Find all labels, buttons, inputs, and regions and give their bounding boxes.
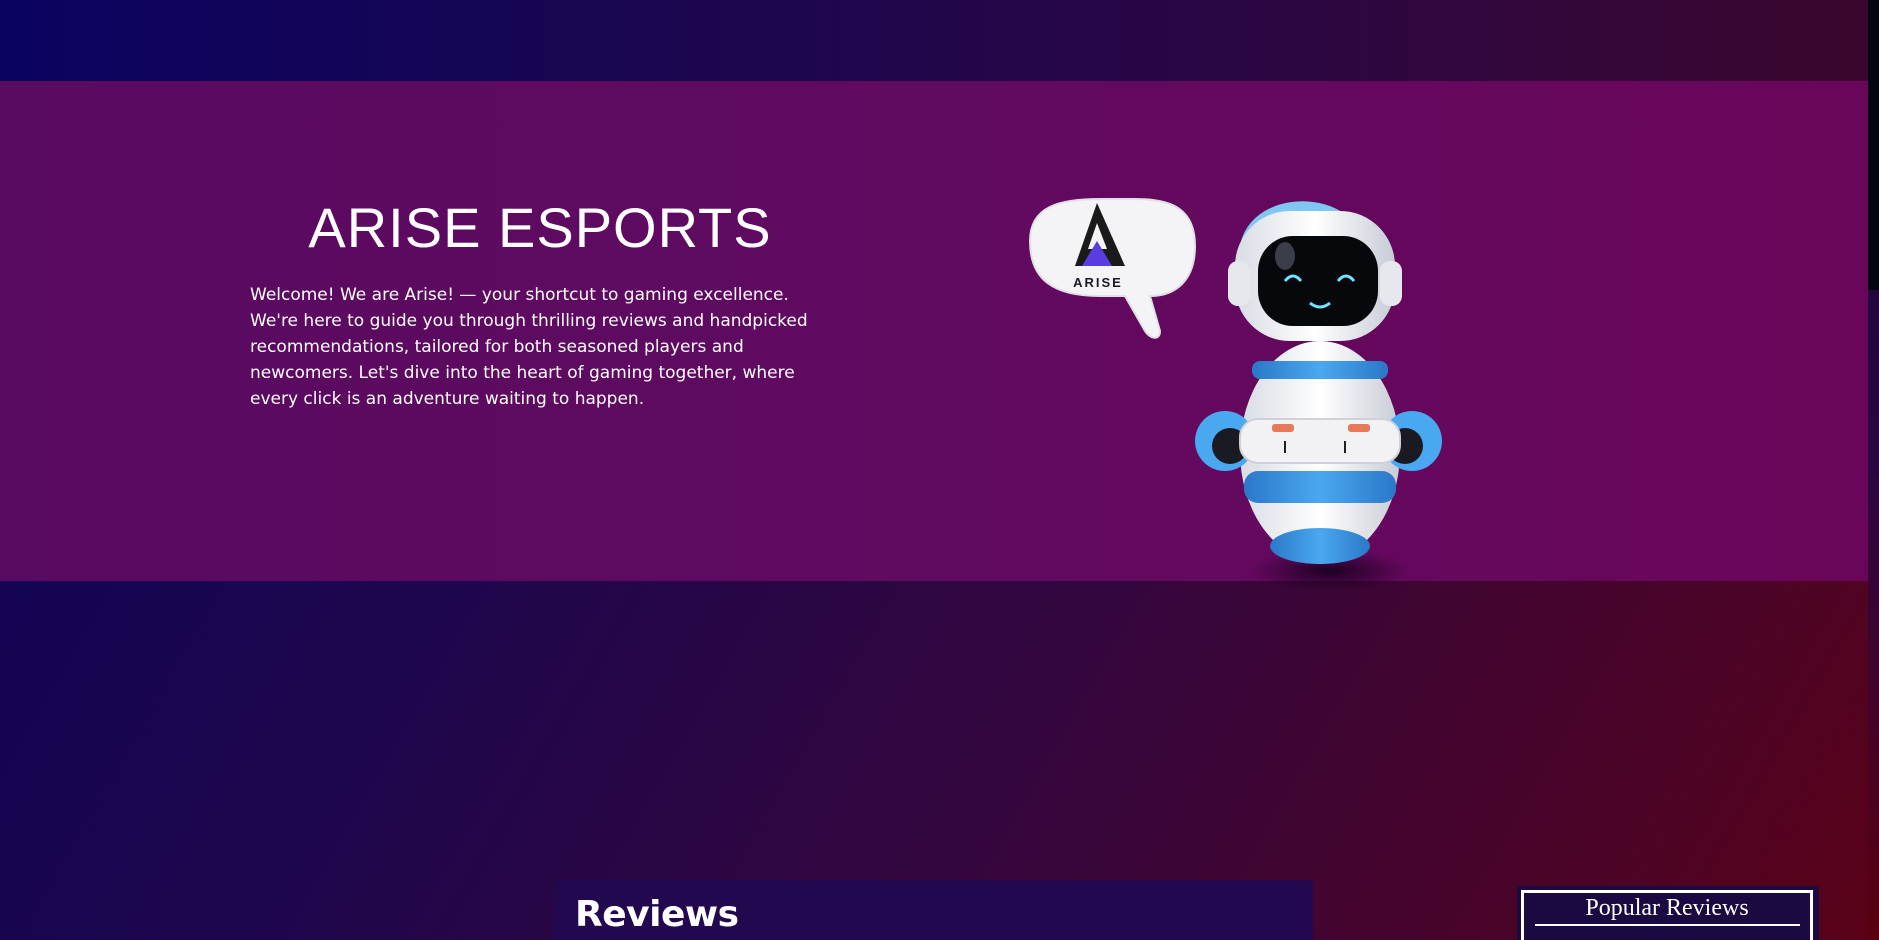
reviews-heading: Reviews	[575, 894, 739, 935]
robot-gamer-icon: ARISE	[1028, 198, 1442, 593]
reviews-section: Reviews	[554, 880, 1313, 940]
scrollbar-thumb[interactable]	[1868, 0, 1879, 290]
popular-reviews-divider	[1534, 924, 1800, 926]
hero-text-block: ARISE ESPORTS Welcome! We are Arise! — y…	[250, 196, 830, 412]
hero-banner: ARISE ESPORTS Welcome! We are Arise! — y…	[0, 81, 1868, 593]
top-nav-bar	[0, 0, 1868, 80]
popular-reviews-title: Popular Reviews	[1585, 895, 1749, 921]
hero-title: ARISE ESPORTS	[308, 196, 772, 259]
page-scrollbar[interactable]	[1868, 0, 1879, 940]
bubble-logo-text: ARISE	[1073, 275, 1123, 290]
popular-reviews-frame: Popular Reviews	[1521, 890, 1813, 940]
hero-description: Welcome! We are Arise! — your shortcut t…	[250, 285, 808, 409]
popular-reviews-panel: Popular Reviews	[1517, 886, 1819, 940]
speech-bubble: ARISE	[1028, 198, 1197, 339]
